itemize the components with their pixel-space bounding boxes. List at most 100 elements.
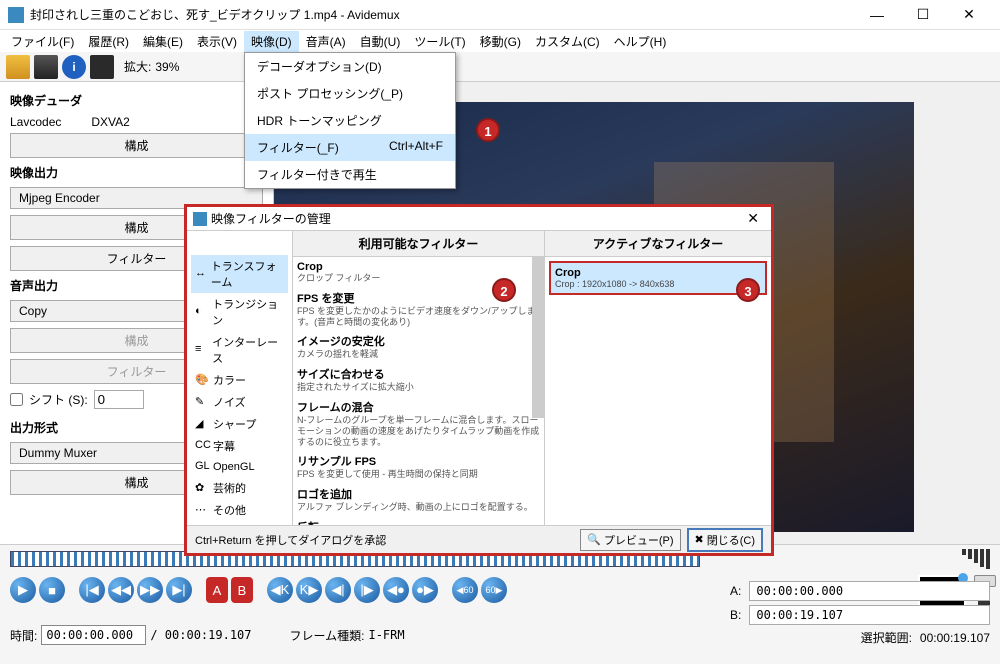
decoder-title: 映像デューダ <box>10 92 263 109</box>
filter-cat-0[interactable]: ↔トランスフォーム <box>191 255 288 293</box>
fwd-60s-button[interactable]: 60▶ <box>481 577 507 603</box>
filter-cat-5[interactable]: ◢シャープ <box>191 413 288 435</box>
cat-icon: ✿ <box>195 481 209 495</box>
filter-cat-9[interactable]: ⋯その他 <box>191 499 288 521</box>
filter-manager-dialog: 映像フィルターの管理 ✕ ↔トランスフォーム◐トランジション≡インターレース🎨カ… <box>184 204 774 556</box>
active-filter-item[interactable]: Crop Crop : 1920x1080 -> 840x638 <box>549 261 767 295</box>
active-filter-desc: Crop : 1920x1080 -> 840x638 <box>555 279 761 289</box>
cat-icon: GL <box>195 460 209 474</box>
minimize-button[interactable]: — <box>854 0 900 30</box>
callout-1: 1 <box>476 118 500 142</box>
time-label: 時間: <box>10 627 37 644</box>
menu-8[interactable]: 移動(G) <box>473 31 528 52</box>
mark-b-button[interactable]: B <box>231 577 253 603</box>
menu-7[interactable]: ツール(T) <box>407 31 472 52</box>
filter-cat-7[interactable]: GLOpenGL <box>191 457 288 477</box>
menu-5[interactable]: 音声(A) <box>299 31 353 52</box>
play-button[interactable]: ▶ <box>10 577 36 603</box>
a-label: A: <box>730 584 741 598</box>
zoom-value: 39% <box>155 60 179 74</box>
prev-keyframe-button[interactable]: ◀K <box>267 577 293 603</box>
decoder-hw: DXVA2 <box>91 115 129 129</box>
avail-filter-7[interactable]: 反転イメージを上下/左右に反転 <box>297 519 540 525</box>
filter-dialog-icon <box>193 212 207 226</box>
decoder-configure-button[interactable]: 構成 <box>10 133 263 158</box>
filter-dialog-close-button[interactable]: ✕ <box>741 210 765 227</box>
dropdown-item-3[interactable]: フィルター(_F)Ctrl+Alt+F <box>245 134 455 161</box>
menu-10[interactable]: ヘルプ(H) <box>607 31 674 52</box>
cat-icon: CC <box>195 439 209 453</box>
decoder-info: Lavcodec DXVA2 <box>10 115 263 129</box>
filter-cat-1[interactable]: ◐トランジション <box>191 293 288 331</box>
dropdown-item-0[interactable]: デコーダオプション(D) <box>245 53 455 80</box>
video-out-title: 映像出力 <box>10 164 263 181</box>
save-icon[interactable] <box>34 55 58 79</box>
maximize-button[interactable]: ☐ <box>900 0 946 30</box>
callout-2: 2 <box>492 278 516 302</box>
cat-icon: ◐ <box>195 305 208 319</box>
shift-checkbox[interactable] <box>10 393 23 406</box>
info-icon[interactable]: i <box>62 55 86 79</box>
filter-available-column: 利用可能なフィルター Cropクロップ フィルターFPS を変更FPS を変更し… <box>293 231 545 525</box>
frame-type-value: I-FRM <box>368 628 404 642</box>
filter-dialog-titlebar: 映像フィルターの管理 ✕ <box>187 207 771 231</box>
prev-black-button[interactable]: ◀● <box>383 577 409 603</box>
filter-cat-8[interactable]: ✿芸術的 <box>191 477 288 499</box>
filter-active-column: アクティブなフィルター Crop Crop : 1920x1080 -> 840… <box>545 231 771 525</box>
filter-dialog-title: 映像フィルターの管理 <box>211 210 331 227</box>
open-icon[interactable] <box>6 55 30 79</box>
cat-icon: ⋯ <box>195 503 209 517</box>
ab-panel: A:00:00:00.000 B:00:00:19.107 選択範囲:00:00… <box>730 581 990 650</box>
next-cut-button[interactable]: |▶ <box>354 577 380 603</box>
bottom-panel: ▶ ■ |◀ ◀◀ ▶▶ ▶| A B ◀K K▶ ◀| |▶ ◀● ●▶ ◀6… <box>0 544 1000 664</box>
app-icon <box>8 7 24 23</box>
zoom-label: 拡大: <box>124 58 151 75</box>
close-button[interactable]: ✕ <box>946 0 992 30</box>
filter-cat-6[interactable]: CC字幕 <box>191 435 288 457</box>
menubar: ファイル(F)履歴(R)編集(E)表示(V)映像(D)音声(A)自動(U)ツール… <box>0 30 1000 52</box>
calculator-icon[interactable] <box>90 55 114 79</box>
stop-button[interactable]: ■ <box>39 577 65 603</box>
menu-1[interactable]: 履歴(R) <box>81 31 136 52</box>
next-frame-button[interactable]: ▶▶ <box>137 577 163 603</box>
filter-dialog-footer: Ctrl+Return を押してダイアログを承認 🔍 プレビュー(P) ✖ 閉じ… <box>187 525 771 553</box>
b-value: 00:00:19.107 <box>749 605 990 625</box>
mark-a-button[interactable]: A <box>206 577 228 603</box>
avail-header: 利用可能なフィルター <box>293 231 544 257</box>
b-label: B: <box>730 608 741 622</box>
avail-filter-3[interactable]: サイズに合わせる指定されたサイズに拡大縮小 <box>297 366 540 393</box>
sel-value: 00:00:19.107 <box>920 631 990 645</box>
next-keyframe-button[interactable]: K▶ <box>296 577 322 603</box>
menu-4[interactable]: 映像(D) <box>244 31 299 52</box>
menu-0[interactable]: ファイル(F) <box>4 31 81 52</box>
next-black-button[interactable]: ●▶ <box>412 577 438 603</box>
prev-frame-button[interactable]: ◀◀ <box>108 577 134 603</box>
filter-cat-3[interactable]: 🎨カラー <box>191 369 288 391</box>
goto-end-button[interactable]: ▶| <box>166 577 192 603</box>
menu-3[interactable]: 表示(V) <box>190 31 244 52</box>
menu-6[interactable]: 自動(U) <box>353 31 408 52</box>
prev-cut-button[interactable]: ◀| <box>325 577 351 603</box>
filter-cat-4[interactable]: ✎ノイズ <box>191 391 288 413</box>
callout-3: 3 <box>736 278 760 302</box>
avail-filter-6[interactable]: ロゴを追加アルファ ブレンディング時、動画の上にロゴを配置する。 <box>297 486 540 513</box>
dropdown-item-1[interactable]: ポスト プロセッシング(_P) <box>245 80 455 107</box>
avail-filter-2[interactable]: イメージの安定化カメラの揺れを軽減 <box>297 333 540 360</box>
avail-filter-4[interactable]: フレームの混合N-フレームのグループを単一フレームに混合します。スローモーション… <box>297 399 540 447</box>
shift-input[interactable] <box>94 390 144 409</box>
menu-9[interactable]: カスタム(C) <box>528 31 607 52</box>
time-input[interactable] <box>41 625 146 645</box>
filter-preview-button[interactable]: 🔍 プレビュー(P) <box>580 529 680 551</box>
filter-close-button[interactable]: ✖ 閉じる(C) <box>687 528 764 552</box>
filter-cat-2[interactable]: ≡インターレース <box>191 331 288 369</box>
menu-2[interactable]: 編集(E) <box>136 31 190 52</box>
cat-icon: ↔ <box>195 267 207 281</box>
cat-icon: ✎ <box>195 395 209 409</box>
back-60s-button[interactable]: ◀60 <box>452 577 478 603</box>
scrollbar-thumb[interactable] <box>532 257 544 418</box>
avail-filter-5[interactable]: リサンプル FPSFPS を変更して使用 - 再生時間の保持と同期 <box>297 453 540 480</box>
decoder-codec: Lavcodec <box>10 115 61 129</box>
dropdown-item-2[interactable]: HDR トーンマッピング <box>245 107 455 134</box>
dropdown-item-4[interactable]: フィルター付きで再生 <box>245 161 455 188</box>
goto-start-button[interactable]: |◀ <box>79 577 105 603</box>
